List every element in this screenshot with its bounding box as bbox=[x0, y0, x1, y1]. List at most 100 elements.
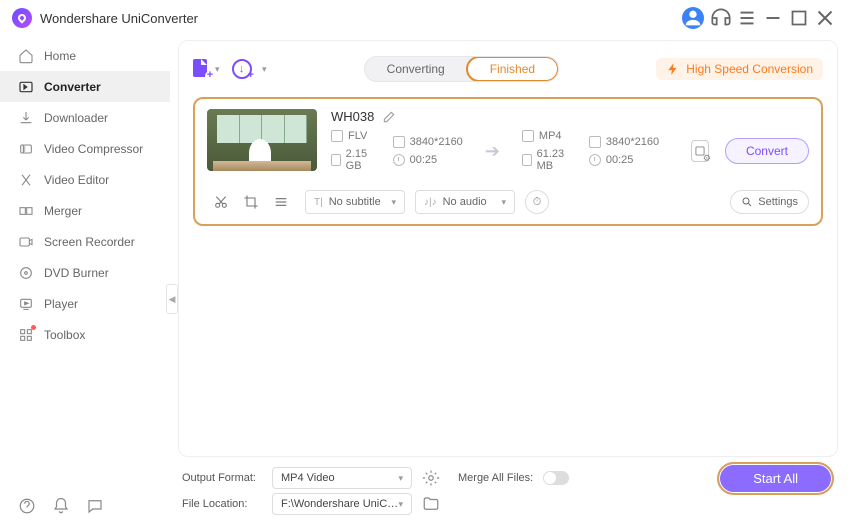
audio-icon: ♪|♪ bbox=[424, 197, 437, 208]
add-file-icon: + bbox=[193, 59, 213, 79]
sidebar-item-converter[interactable]: Converter bbox=[0, 71, 170, 102]
video-thumbnail[interactable] bbox=[207, 109, 317, 171]
effect-icon[interactable] bbox=[273, 194, 289, 210]
home-icon bbox=[18, 48, 34, 64]
format-icon bbox=[522, 130, 534, 142]
audio-dropdown[interactable]: ♪|♪ No audio ▾ bbox=[415, 190, 515, 214]
search-icon bbox=[741, 196, 753, 208]
convert-button[interactable]: Convert bbox=[725, 138, 809, 164]
chevron-down-icon: ▾ bbox=[398, 473, 403, 484]
sidebar-item-compressor[interactable]: Video Compressor bbox=[0, 133, 170, 164]
notification-icon[interactable] bbox=[52, 497, 70, 515]
high-speed-button[interactable]: High Speed Conversion bbox=[656, 58, 823, 80]
output-format-label: Output Format: bbox=[182, 472, 262, 484]
sidebar-item-label: Toolbox bbox=[44, 328, 85, 342]
format-settings-icon[interactable] bbox=[422, 469, 440, 487]
support-icon[interactable] bbox=[708, 5, 734, 31]
subtitle-value: No subtitle bbox=[329, 196, 381, 208]
tab-finished[interactable]: Finished bbox=[466, 56, 559, 82]
speed-icon[interactable]: ⏱ bbox=[525, 190, 549, 214]
add-url-button[interactable]: + ▾ bbox=[232, 59, 267, 79]
sidebar-item-player[interactable]: Player bbox=[0, 288, 170, 319]
sidebar-item-recorder[interactable]: Screen Recorder bbox=[0, 226, 170, 257]
close-icon[interactable] bbox=[812, 5, 838, 31]
sidebar-item-label: Converter bbox=[44, 80, 101, 94]
crop-icon[interactable] bbox=[243, 194, 259, 210]
toolbox-icon bbox=[18, 327, 34, 343]
merger-icon bbox=[18, 203, 34, 219]
output-format-value: MP4 Video bbox=[281, 472, 335, 484]
file-location-label: File Location: bbox=[182, 498, 262, 510]
chevron-down-icon: ▾ bbox=[215, 64, 220, 75]
help-icon[interactable] bbox=[18, 497, 36, 515]
sidebar-item-label: Video Compressor bbox=[44, 142, 143, 156]
sidebar-item-toolbox[interactable]: Toolbox bbox=[0, 319, 170, 350]
status-tabs: Converting Finished bbox=[364, 56, 559, 82]
in-format: FLV bbox=[348, 130, 367, 142]
file-location-dropdown[interactable]: F:\Wondershare UniConverter ▾ bbox=[272, 493, 412, 515]
sidebar-item-label: Player bbox=[44, 297, 78, 311]
account-avatar[interactable] bbox=[682, 7, 704, 29]
out-resolution: 3840*2160 bbox=[606, 136, 659, 148]
footer: Output Format: MP4 Video ▾ Merge All Fil… bbox=[178, 457, 838, 517]
out-size: 61.23 MB bbox=[537, 148, 573, 172]
maximize-icon[interactable] bbox=[786, 5, 812, 31]
minimize-icon[interactable] bbox=[760, 5, 786, 31]
in-size: 2.15 GB bbox=[346, 148, 377, 172]
trim-icon[interactable] bbox=[213, 194, 229, 210]
edit-name-icon[interactable] bbox=[382, 110, 396, 124]
out-format: MP4 bbox=[539, 130, 562, 142]
sidebar-item-label: Downloader bbox=[44, 111, 108, 125]
output-format-dropdown[interactable]: MP4 Video ▾ bbox=[272, 467, 412, 489]
chevron-down-icon: ▾ bbox=[501, 197, 506, 208]
player-icon bbox=[18, 296, 34, 312]
size-icon bbox=[522, 154, 532, 166]
sidebar-item-editor[interactable]: Video Editor bbox=[0, 164, 170, 195]
sidebar-item-label: Video Editor bbox=[44, 173, 109, 187]
duration-icon bbox=[393, 154, 405, 166]
open-folder-icon[interactable] bbox=[422, 495, 440, 513]
file-name: WH038 bbox=[331, 109, 374, 124]
sidebar-item-dvd[interactable]: DVD Burner bbox=[0, 257, 170, 288]
resolution-icon bbox=[589, 136, 601, 148]
settings-label: Settings bbox=[758, 196, 798, 208]
merge-label: Merge All Files: bbox=[458, 472, 533, 484]
dvd-icon bbox=[18, 265, 34, 281]
chevron-down-icon: ▾ bbox=[262, 64, 267, 75]
subtitle-dropdown[interactable]: T| No subtitle ▾ bbox=[305, 190, 405, 214]
sidebar-item-home[interactable]: Home bbox=[0, 40, 170, 71]
arrow-right-icon: ➔ bbox=[479, 141, 506, 162]
duration-icon bbox=[589, 154, 601, 166]
collapse-sidebar-button[interactable]: ◀ bbox=[166, 284, 178, 314]
format-icon bbox=[331, 130, 343, 142]
app-logo bbox=[12, 8, 32, 28]
chevron-down-icon: ▾ bbox=[398, 499, 403, 510]
chevron-down-icon: ▾ bbox=[391, 197, 396, 208]
tab-converting[interactable]: Converting bbox=[365, 57, 467, 81]
output-settings-button[interactable]: ⚙ bbox=[691, 140, 709, 162]
sidebar-item-label: Home bbox=[44, 49, 76, 63]
add-file-button[interactable]: + ▾ bbox=[193, 59, 220, 79]
file-settings-button[interactable]: Settings bbox=[730, 190, 809, 214]
sidebar-item-downloader[interactable]: Downloader bbox=[0, 102, 170, 133]
converter-icon bbox=[18, 79, 34, 95]
file-card: WH038 FLV 2.15 GB 3840*2160 00:25 bbox=[193, 97, 823, 226]
out-duration: 00:25 bbox=[606, 154, 634, 166]
bolt-icon bbox=[666, 62, 680, 76]
editor-icon bbox=[18, 172, 34, 188]
start-all-button[interactable]: Start All bbox=[717, 462, 834, 495]
high-speed-label: High Speed Conversion bbox=[686, 62, 813, 76]
sidebar-item-label: DVD Burner bbox=[44, 266, 109, 280]
in-duration: 00:25 bbox=[410, 154, 438, 166]
recorder-icon bbox=[18, 234, 34, 250]
toolbar: + ▾ + ▾ Converting Finished High Speed bbox=[193, 51, 823, 87]
download-icon bbox=[18, 110, 34, 126]
feedback-icon[interactable] bbox=[86, 497, 104, 515]
sidebar-item-merger[interactable]: Merger bbox=[0, 195, 170, 226]
sidebar: Home Converter Downloader Video Compress… bbox=[0, 36, 170, 527]
size-icon bbox=[331, 154, 341, 166]
compressor-icon bbox=[18, 141, 34, 157]
resolution-icon bbox=[393, 136, 405, 148]
menu-icon[interactable] bbox=[734, 5, 760, 31]
merge-toggle[interactable] bbox=[543, 471, 569, 485]
